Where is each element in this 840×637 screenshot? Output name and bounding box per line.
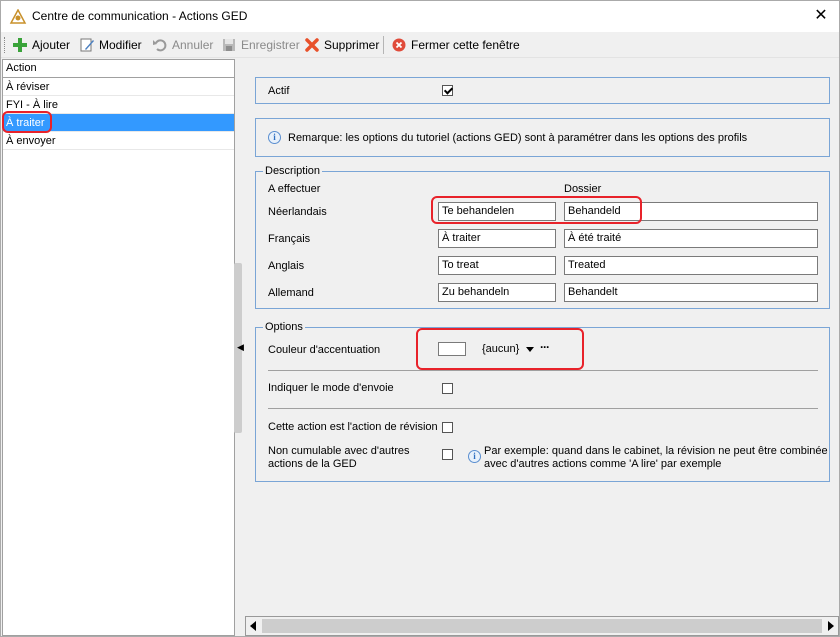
undo-icon xyxy=(153,39,167,52)
details-panel: Actif i Remarque: les options du tutorie… xyxy=(245,59,839,615)
undo-button[interactable]: Annuler xyxy=(152,36,213,54)
lang-label-allemand: Allemand xyxy=(268,287,314,299)
delete-button[interactable]: Supprimer xyxy=(304,36,379,54)
horizontal-scrollbar[interactable] xyxy=(245,616,839,636)
list-item-a-reviser[interactable]: À réviser xyxy=(3,78,234,96)
non-cumulative-checkbox[interactable] xyxy=(442,449,453,460)
actif-label: Actif xyxy=(268,85,290,97)
send-mode-checkbox[interactable] xyxy=(442,383,453,394)
add-label: Ajouter xyxy=(32,38,71,52)
plus-icon xyxy=(13,38,27,52)
edit-label: Modifier xyxy=(99,38,142,52)
description-group: Description A effectuer Dossier Néerland… xyxy=(255,164,830,309)
collapse-left-icon[interactable]: ◀ xyxy=(237,342,244,353)
col-a-effectuer-header: A effectuer xyxy=(268,183,321,195)
actif-checkbox[interactable] xyxy=(442,85,453,96)
red-x-icon xyxy=(305,38,319,52)
list-item-fyi-a-lire[interactable]: FYI - À lire xyxy=(3,96,234,114)
remark-text: Remarque: les options du tutoriel (actio… xyxy=(288,132,748,144)
dossier-field-neerlandais[interactable]: Behandeld xyxy=(564,202,818,221)
toolbar: Ajouter Modifier Annuler Enregistrer Sup… xyxy=(1,32,839,58)
dossier-field-allemand[interactable]: Behandelt xyxy=(564,283,818,302)
edit-button[interactable]: Modifier xyxy=(79,36,142,54)
save-label: Enregistrer xyxy=(241,38,300,52)
scroll-left-icon[interactable] xyxy=(250,621,256,631)
description-legend: Description xyxy=(263,164,323,178)
chevron-down-icon[interactable] xyxy=(526,347,534,352)
delete-label: Supprimer xyxy=(324,38,380,52)
pencil-icon xyxy=(80,38,94,52)
close-circle-icon xyxy=(392,38,406,52)
options-group: Options Couleur d'accentuation {aucun} ·… xyxy=(255,320,830,482)
close-form-button[interactable]: Fermer cette fenêtre xyxy=(391,36,520,54)
col-dossier-header: Dossier xyxy=(564,183,602,195)
add-button[interactable]: Ajouter xyxy=(12,36,70,54)
non-cumulative-label-line1: Non cumulable avec d'autres xyxy=(268,445,410,457)
toolbar-separator xyxy=(383,36,384,54)
dossier-field-francais[interactable]: À été traité xyxy=(564,229,818,248)
info-icon: i xyxy=(268,131,281,144)
send-mode-label: Indiquer le mode d'envoie xyxy=(268,382,394,394)
effectuer-field-neerlandais[interactable]: Te behandelen xyxy=(438,202,556,221)
more-options-icon[interactable]: ··· xyxy=(540,341,550,353)
accent-color-label: Couleur d'accentuation xyxy=(268,344,381,356)
accent-color-swatch xyxy=(438,342,466,356)
app-logo-icon xyxy=(9,8,27,25)
lang-label-neerlandais: Néerlandais xyxy=(268,206,327,218)
title-bar: Centre de communication - Actions GED ✕ xyxy=(1,1,839,32)
list-header-action[interactable]: Action xyxy=(3,60,234,78)
close-form-label: Fermer cette fenêtre xyxy=(411,38,520,52)
revision-action-checkbox[interactable] xyxy=(442,422,453,433)
save-button[interactable]: Enregistrer xyxy=(221,36,300,54)
list-item-a-envoyer[interactable]: À envoyer xyxy=(3,132,234,150)
lang-label-anglais: Anglais xyxy=(268,260,305,272)
options-divider xyxy=(268,408,818,409)
info-icon: i xyxy=(468,450,481,463)
lang-label-francais: Français xyxy=(268,233,311,245)
scrollbar-thumb[interactable] xyxy=(262,619,822,633)
example-text-line1: Par exemple: quand dans le cabinet, la r… xyxy=(484,445,828,457)
accent-color-value: {aucun} xyxy=(482,343,520,355)
toolbar-grip xyxy=(4,37,7,53)
close-window-button[interactable]: ✕ xyxy=(809,5,833,27)
options-legend: Options xyxy=(263,320,305,334)
main-window: Centre de communication - Actions GED ✕ … xyxy=(0,0,840,637)
options-divider xyxy=(268,370,818,371)
example-text-line2: avec d'autres actions comme 'A lire' par… xyxy=(484,458,722,470)
accent-color-picker[interactable]: {aucun} ··· xyxy=(436,338,554,360)
effectuer-field-anglais[interactable]: To treat xyxy=(438,256,556,275)
actif-box: Actif xyxy=(255,77,830,104)
revision-action-label: Cette action est l'action de révision xyxy=(268,421,438,433)
dossier-field-anglais[interactable]: Treated xyxy=(564,256,818,275)
actions-list: Action À réviser FYI - À lire À traiter … xyxy=(2,59,235,636)
effectuer-field-allemand[interactable]: Zu behandeln xyxy=(438,283,556,302)
effectuer-field-francais[interactable]: À traiter xyxy=(438,229,556,248)
floppy-disk-icon xyxy=(223,39,235,51)
window-title: Centre de communication - Actions GED xyxy=(32,9,248,23)
remark-box: i Remarque: les options du tutoriel (act… xyxy=(255,118,830,157)
non-cumulative-label-line2: actions de la GED xyxy=(268,458,357,470)
list-item-a-traiter[interactable]: À traiter xyxy=(3,114,234,132)
undo-label: Annuler xyxy=(172,38,214,52)
scroll-right-icon[interactable] xyxy=(828,621,834,631)
